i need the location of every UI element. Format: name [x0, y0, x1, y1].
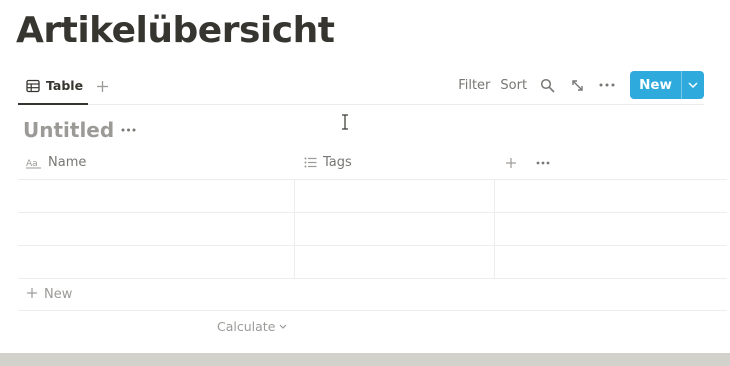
title-property-icon: Aa: [26, 157, 42, 169]
table-icon: [26, 79, 40, 93]
table-row[interactable]: [18, 246, 727, 279]
tags-cell[interactable]: [294, 213, 494, 246]
page-title[interactable]: Artikelübersicht: [16, 10, 335, 51]
text-cursor-icon: [341, 114, 349, 134]
add-row-button[interactable]: New: [18, 279, 727, 311]
expand-icon[interactable]: [567, 75, 587, 95]
add-row-label: New: [44, 287, 73, 302]
chevron-down-icon: [279, 324, 287, 329]
name-cell[interactable]: [18, 246, 294, 279]
table-header: Aa Name Tags: [18, 146, 727, 180]
new-dropdown-button[interactable]: [681, 71, 704, 99]
list-icon: [304, 157, 317, 168]
new-button[interactable]: New: [630, 71, 704, 99]
name-cell[interactable]: [18, 213, 294, 246]
bottom-scroll-bar: [0, 353, 730, 366]
name-cell[interactable]: [18, 180, 294, 213]
calculate-label: Calculate: [217, 319, 276, 334]
empty-cell: [494, 246, 727, 279]
column-header-name-label: Name: [48, 155, 87, 170]
plus-icon: [26, 286, 38, 303]
column-header-tags[interactable]: Tags: [304, 146, 352, 179]
search-icon[interactable]: [537, 75, 557, 95]
calculate-button[interactable]: Calculate: [217, 319, 287, 334]
add-property-button[interactable]: [501, 153, 521, 173]
empty-cell: [494, 213, 727, 246]
tab-table-label: Table: [46, 78, 84, 93]
add-view-button[interactable]: [92, 76, 112, 96]
database-more-icon[interactable]: [118, 121, 138, 139]
empty-cell: [494, 180, 727, 213]
column-header-name[interactable]: Aa Name: [26, 146, 86, 179]
table-row[interactable]: [18, 180, 727, 213]
column-header-tags-label: Tags: [323, 155, 352, 170]
table-more-icon[interactable]: [533, 153, 553, 173]
calculation-row: Calculate: [18, 311, 727, 343]
plus-icon: [96, 80, 108, 92]
table-row[interactable]: [18, 213, 727, 246]
more-options-icon[interactable]: [597, 75, 617, 95]
database-table: Aa Name Tags New Calculate: [18, 146, 727, 343]
new-button-label[interactable]: New: [630, 71, 681, 99]
filter-button[interactable]: Filter: [458, 78, 490, 93]
tags-cell[interactable]: [294, 180, 494, 213]
view-toolbar: Table Filter Sort New: [18, 68, 704, 105]
sort-button[interactable]: Sort: [500, 78, 527, 93]
database-title[interactable]: Untitled: [23, 118, 114, 142]
chevron-down-icon: [688, 82, 698, 88]
plus-icon: [506, 158, 516, 168]
tab-table-view[interactable]: Table: [18, 68, 88, 105]
view-tools: Filter Sort New: [453, 70, 704, 100]
tags-cell[interactable]: [294, 246, 494, 279]
